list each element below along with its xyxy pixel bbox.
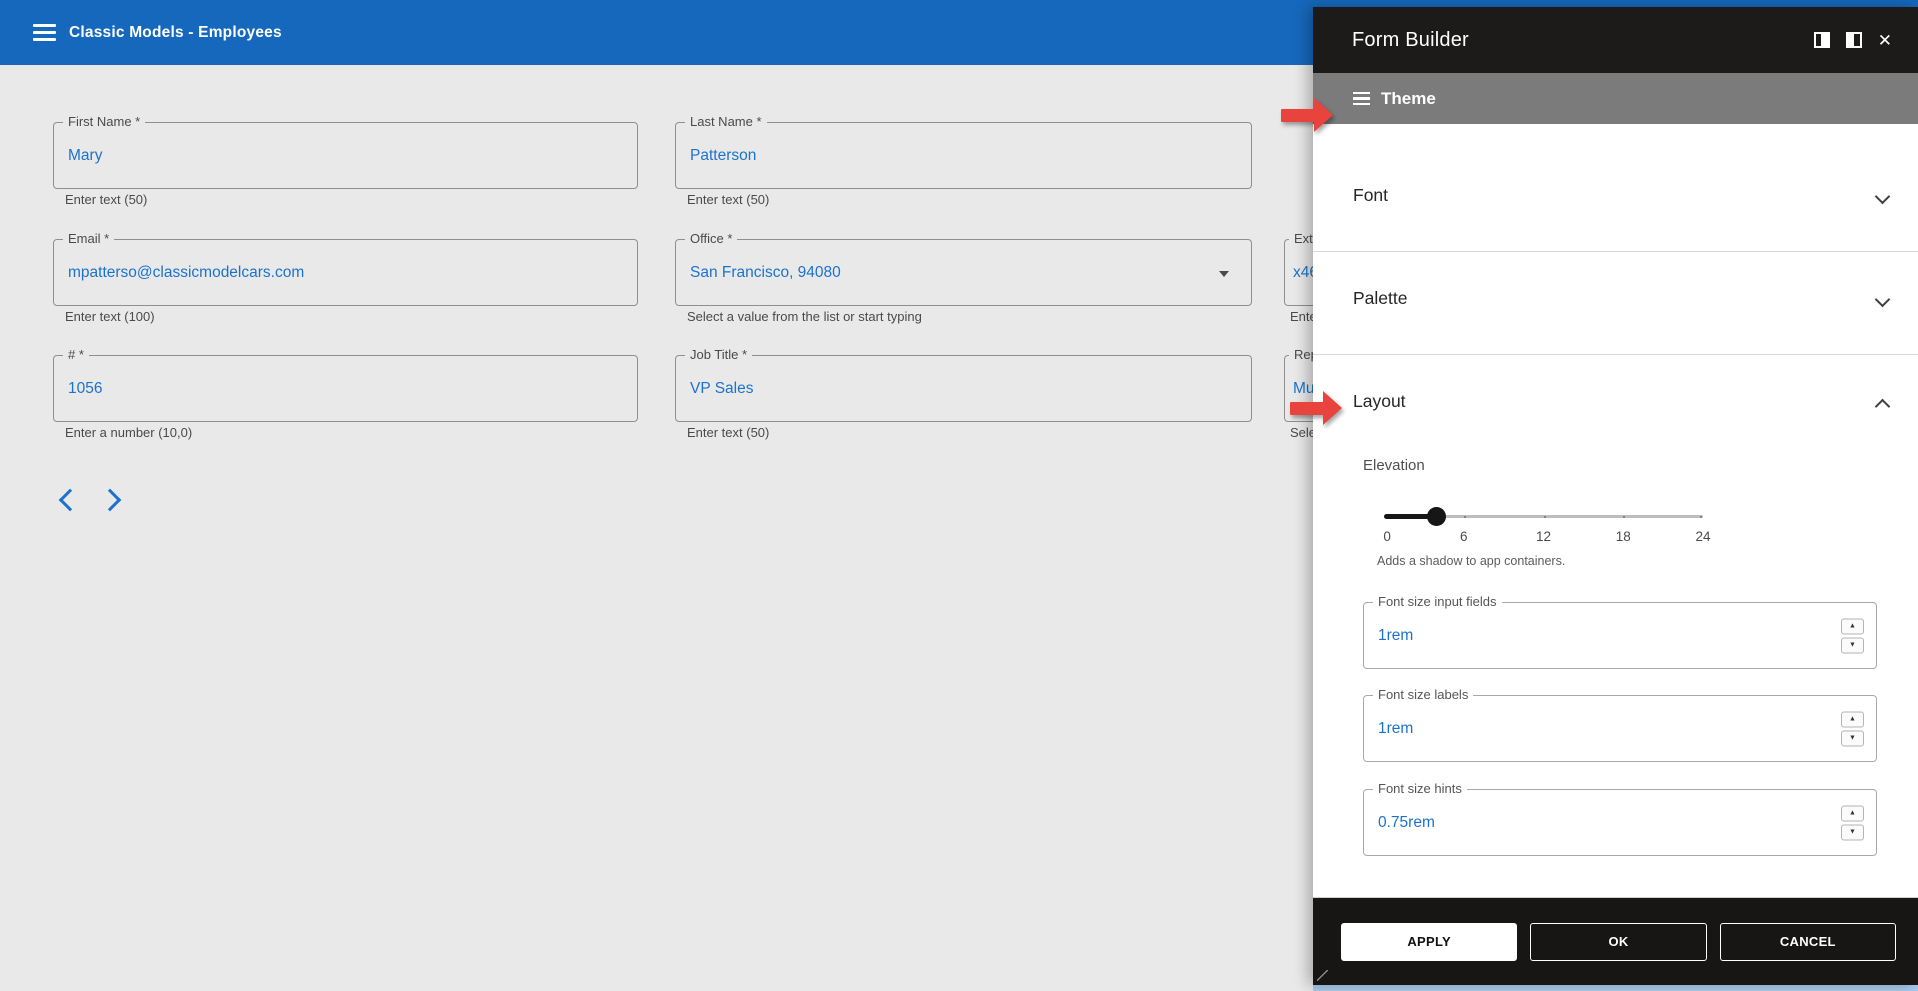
resize-grip-icon[interactable]	[1317, 970, 1328, 981]
font-size-labels-spinner[interactable]: Font size labels 1rem ▲ ▼	[1363, 695, 1877, 762]
font-size-hints-label: Font size hints	[1373, 781, 1467, 796]
job-title-hint: Enter text (50)	[687, 425, 769, 440]
email-label: Email *	[63, 231, 114, 246]
spin-down-icon[interactable]: ▼	[1841, 824, 1864, 840]
spin-up-icon[interactable]: ▲	[1841, 618, 1864, 634]
employee-number-label: # *	[63, 347, 89, 362]
accordion-font-label: Font	[1353, 185, 1388, 206]
office-value: San Francisco, 94080	[690, 264, 841, 282]
font-size-hints-value: 0.75rem	[1378, 814, 1435, 832]
chevron-down-icon	[1875, 292, 1891, 308]
employee-number-value: 1056	[68, 380, 102, 398]
employee-number-field[interactable]: # * 1056	[53, 355, 638, 422]
record-navigation	[62, 492, 118, 508]
apply-button[interactable]: APPLY	[1341, 923, 1517, 961]
last-name-label: Last Name *	[685, 114, 767, 129]
elevation-tick-labels: 0 6 12 18 24	[1384, 529, 1703, 547]
dropdown-arrow-icon[interactable]	[1219, 271, 1229, 277]
slider-thumb[interactable]	[1427, 507, 1446, 526]
spinner-buttons: ▲ ▼	[1841, 711, 1864, 746]
office-combobox[interactable]: Office * San Francisco, 94080	[675, 239, 1252, 306]
last-name-value: Patterson	[690, 147, 756, 165]
accordion-layout[interactable]: Layout	[1313, 391, 1918, 447]
ok-button[interactable]: OK	[1530, 923, 1706, 961]
spin-down-icon[interactable]: ▼	[1841, 637, 1864, 653]
accordion-palette[interactable]: Palette	[1313, 288, 1918, 344]
email-hint: Enter text (100)	[65, 309, 155, 324]
spinner-buttons: ▲ ▼	[1841, 618, 1864, 653]
email-field[interactable]: Email * mpatterso@classicmodelcars.com	[53, 239, 638, 306]
red-arrow-pointer-theme	[1281, 98, 1333, 132]
theme-section-label: Theme	[1381, 89, 1436, 109]
font-size-input-fields-label: Font size input fields	[1373, 594, 1502, 609]
panel-window-controls: ✕	[1814, 32, 1892, 49]
first-name-field[interactable]: First Name * Mary	[53, 122, 638, 189]
next-record-icon[interactable]	[99, 489, 122, 512]
close-icon[interactable]: ✕	[1878, 32, 1892, 49]
slider-tick	[1700, 516, 1702, 518]
screen: Classic Models - Employees First Name * …	[0, 0, 1918, 991]
panel-titlebar: Form Builder ✕	[1313, 7, 1918, 73]
slider-tick	[1464, 516, 1466, 518]
elevation-slider[interactable]	[1384, 507, 1703, 525]
font-size-input-fields-value: 1rem	[1378, 627, 1413, 645]
elevation-hint: Adds a shadow to app containers.	[1377, 554, 1565, 568]
app-title: Classic Models - Employees	[69, 24, 282, 42]
divider	[1313, 251, 1918, 252]
tick-label: 6	[1460, 529, 1468, 544]
spinner-buttons: ▲ ▼	[1841, 805, 1864, 840]
cancel-button[interactable]: CANCEL	[1720, 923, 1896, 961]
job-title-label: Job Title *	[685, 347, 752, 362]
elevation-label: Elevation	[1363, 457, 1425, 474]
panel-footer: APPLY OK CANCEL	[1313, 898, 1918, 985]
chevron-down-icon	[1875, 189, 1891, 205]
panel-bottom-edge	[1313, 985, 1918, 991]
first-name-hint: Enter text (50)	[65, 192, 147, 207]
font-size-labels-value: 1rem	[1378, 720, 1413, 738]
first-name-value: Mary	[68, 147, 102, 165]
accordion-layout-label: Layout	[1353, 391, 1406, 412]
theme-section-header[interactable]: Theme	[1313, 73, 1918, 124]
chevron-up-icon	[1875, 399, 1891, 415]
tick-label: 24	[1695, 529, 1710, 544]
spin-down-icon[interactable]: ▼	[1841, 730, 1864, 746]
office-hint: Select a value from the list or start ty…	[687, 309, 922, 324]
job-title-value: VP Sales	[690, 380, 753, 398]
previous-record-icon[interactable]	[59, 489, 82, 512]
employee-number-hint: Enter a number (10,0)	[65, 425, 192, 440]
font-size-labels-label: Font size labels	[1373, 687, 1473, 702]
font-size-input-fields-spinner[interactable]: Font size input fields 1rem ▲ ▼	[1363, 602, 1877, 669]
first-name-label: First Name *	[63, 114, 145, 129]
accordion-font[interactable]: Font	[1313, 185, 1918, 241]
last-name-field[interactable]: Last Name * Patterson	[675, 122, 1252, 189]
tick-label: 0	[1383, 529, 1391, 544]
accordion-palette-label: Palette	[1353, 288, 1407, 309]
form-builder-panel: Form Builder ✕ Theme Font Palette Layout	[1313, 7, 1918, 985]
spin-up-icon[interactable]: ▲	[1841, 711, 1864, 727]
font-size-hints-spinner[interactable]: Font size hints 0.75rem ▲ ▼	[1363, 789, 1877, 856]
tick-label: 18	[1616, 529, 1631, 544]
tick-label: 12	[1536, 529, 1551, 544]
panel-title: Form Builder	[1352, 29, 1469, 52]
menu-icon[interactable]	[33, 20, 57, 45]
red-arrow-pointer-layout	[1290, 391, 1342, 425]
spin-up-icon[interactable]: ▲	[1841, 805, 1864, 821]
dock-left-icon[interactable]	[1846, 32, 1862, 48]
slider-tick	[1544, 516, 1546, 518]
theme-menu-icon	[1353, 89, 1370, 109]
job-title-field[interactable]: Job Title * VP Sales	[675, 355, 1252, 422]
last-name-hint: Enter text (50)	[687, 192, 769, 207]
dock-right-icon[interactable]	[1814, 32, 1830, 48]
divider	[1313, 354, 1918, 355]
email-value: mpatterso@classicmodelcars.com	[68, 264, 304, 282]
office-label: Office *	[685, 231, 737, 246]
